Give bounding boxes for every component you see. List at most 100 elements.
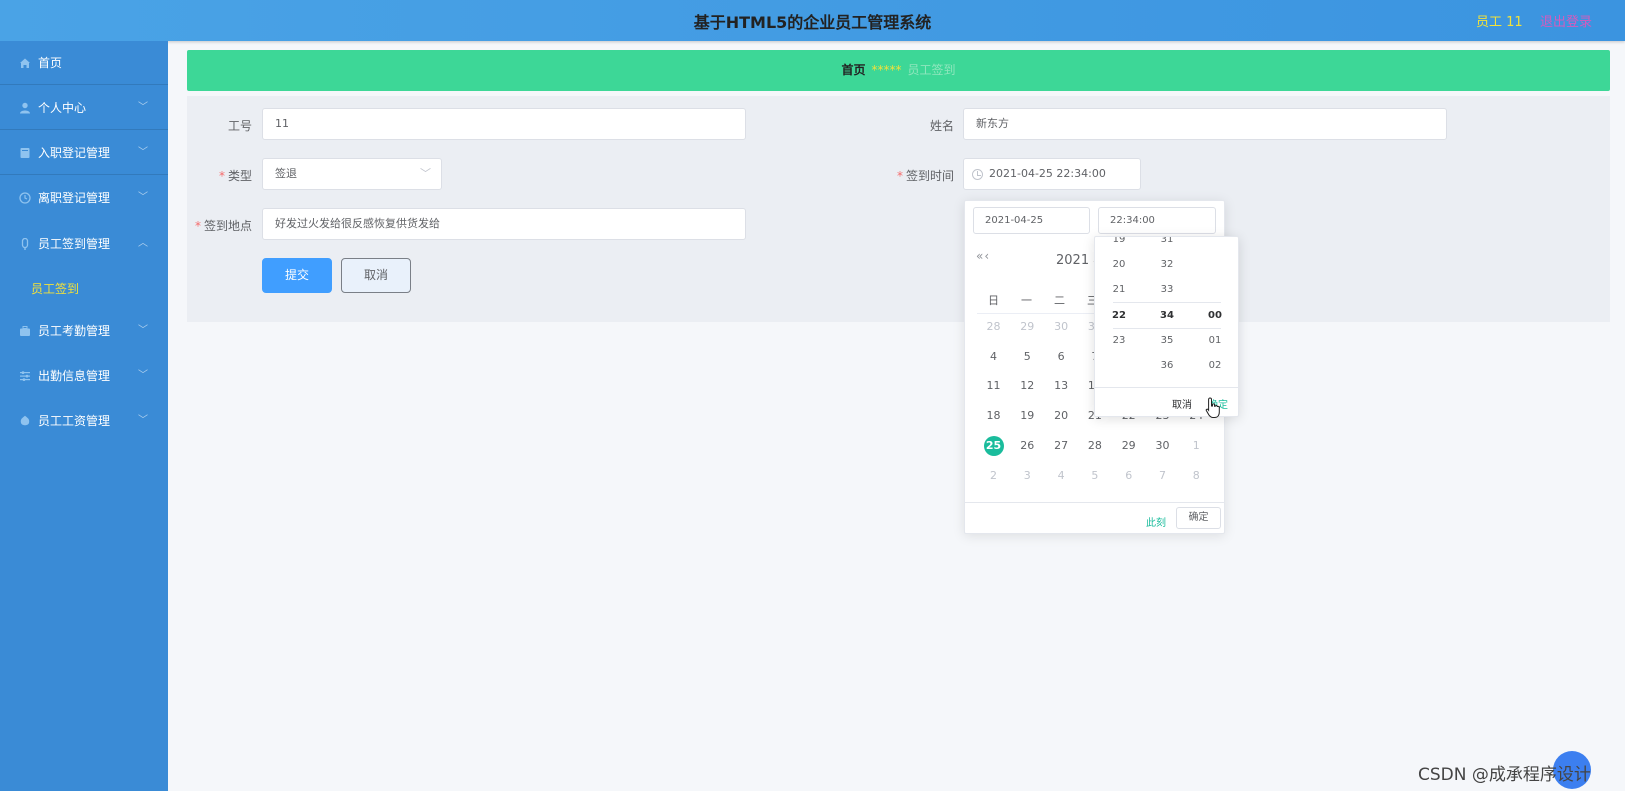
calendar-day[interactable]: 3 [1011,466,1044,486]
sidebar-item-resignation[interactable]: 离职登记管理 ﹀ [0,176,168,220]
calendar-day[interactable]: 4 [977,347,1010,367]
briefcase-icon [20,326,30,336]
checkin-time-input[interactable]: 2021-04-25 22:34:00 [963,158,1141,190]
checkin-time-label: * 签到时间 [896,169,954,183]
wallet-icon [20,415,30,426]
sidebar-item-label: 员工工资管理 [38,414,111,428]
breadcrumb: 首页 ***** 员工签到 [187,50,1610,91]
type-select-value: 签退 [275,167,297,180]
picker-ok-button[interactable]: 确定 [1176,507,1221,529]
app-title: 基于HTML5的企业员工管理系统 [693,13,932,32]
picker-date-input[interactable]: 2021-04-25 [973,207,1090,234]
calendar-day[interactable]: 30 [1146,436,1179,456]
submit-button[interactable]: 提交 [262,258,332,293]
sidebar-item-label: 离职登记管理 [38,191,111,205]
clock-icon [972,169,983,180]
calendar-day[interactable]: 8 [1180,466,1213,486]
checkin-time-value: 2021-04-25 22:34:00 [989,167,1106,180]
sidebar-item-label: 首页 [38,56,63,70]
sidebar-item-salary[interactable]: 员工工资管理 ﹀ [0,399,168,443]
calendar-day[interactable]: 12 [1011,376,1044,396]
calendar-day[interactable]: 6 [1045,347,1078,367]
hour-option[interactable]: 19 [1095,237,1143,252]
sidebar: 首页 个人中心 ﹀ 入职登记管理 ﹀ 离职登记管理 ﹀ 员工签到管理 ︿ 员工签… [0,41,168,791]
top-header: 基于HTML5的企业员工管理系统 员工 11 退出登录 [0,0,1625,41]
hour-option[interactable]: 23 [1095,328,1143,353]
picker-footer-divider [965,502,1224,503]
calendar-day[interactable]: 28 [1078,436,1111,456]
minute-column[interactable]: 31 32 33 34 35 36 [1143,237,1191,387]
chevron-down-icon: ﹀ [138,192,148,203]
calendar-day[interactable]: 6 [1112,466,1145,486]
calendar-day[interactable]: 29 [1011,317,1044,337]
picker-now-button[interactable]: 此刻 [1146,514,1166,529]
sidebar-item-home[interactable]: 首页 [0,41,168,85]
calendar-day[interactable]: 4 [1045,466,1078,486]
name-label: 姓名 [929,119,954,133]
prev-year-month-buttons[interactable]: «‹ [976,249,990,263]
minute-option-selected[interactable]: 34 [1143,303,1191,328]
job-no-input[interactable]: 11 [262,108,746,140]
clock-icon [19,192,31,204]
time-spinner-panel: 19 20 21 22 23 31 32 33 34 35 36 00 01 0… [1094,236,1239,417]
type-select[interactable]: 签退 ﹀ [262,158,442,190]
minute-option[interactable]: 36 [1143,353,1191,378]
cancel-button[interactable]: 取消 [341,258,411,293]
calendar-day[interactable]: 1 [1180,436,1213,456]
sidebar-subitem-checkin[interactable]: 员工签到 [0,267,168,311]
sidebar-item-label: 出勤信息管理 [38,369,111,383]
hour-option-selected[interactable]: 22 [1095,303,1143,328]
second-column[interactable]: 00 01 02 [1191,237,1238,387]
type-label: * 类型 [218,169,252,183]
hour-option[interactable]: 20 [1095,252,1143,277]
time-cancel-button[interactable]: 取消 [1172,396,1192,411]
calendar-day[interactable]: 29 [1112,436,1145,456]
minute-option[interactable]: 31 [1143,237,1191,252]
calendar-day[interactable]: 27 [1045,436,1078,456]
checkin-place-input[interactable]: 好发过火发给很反感恢复供货发给 [262,208,746,240]
name-input[interactable]: 新东方 [963,108,1447,140]
chevron-down-icon: ﹀ [138,102,148,113]
calendar-day[interactable]: 5 [1011,347,1044,367]
breadcrumb-home[interactable]: 首页 [841,63,865,77]
minute-option[interactable]: 32 [1143,252,1191,277]
sidebar-item-checkin[interactable]: 员工签到管理 ︿ [0,222,168,266]
time-footer-divider [1095,387,1238,388]
minute-option[interactable]: 35 [1143,328,1191,353]
picker-time-input[interactable]: 22:34:00 [1098,207,1216,234]
hour-option[interactable]: 21 [1095,277,1143,302]
calendar-day[interactable]: 19 [1011,406,1044,426]
breadcrumb-current: 员工签到 [907,63,956,77]
calendar-day[interactable]: 5 [1078,466,1111,486]
sliders-icon [20,371,30,381]
chevron-down-icon: ﹀ [420,167,431,180]
sidebar-item-attendance-info[interactable]: 出勤信息管理 ﹀ [0,354,168,398]
calendar-day[interactable]: 7 [1146,466,1179,486]
home-icon [20,58,30,68]
sidebar-item-label: 个人中心 [38,101,87,115]
calendar-day[interactable]: 26 [1011,436,1044,456]
sidebar-item-profile[interactable]: 个人中心 ﹀ [0,86,168,130]
calendar-day[interactable]: 2 [977,466,1010,486]
sidebar-item-label: 员工考勤管理 [38,324,111,338]
minute-option[interactable]: 33 [1143,277,1191,302]
chevron-up-icon: ︿ [138,238,148,249]
calendar-day[interactable]: 30 [1045,317,1078,337]
calendar-day[interactable]: 20 [1045,406,1078,426]
hour-column[interactable]: 19 20 21 22 23 [1095,237,1143,387]
second-option-selected[interactable]: 00 [1191,303,1238,328]
calendar-day[interactable]: 11 [977,376,1010,396]
sidebar-item-attendance[interactable]: 员工考勤管理 ﹀ [0,309,168,353]
calendar-day[interactable]: 18 [977,406,1010,426]
second-option[interactable]: 02 [1191,353,1238,378]
job-no-label: 工号 [227,119,252,133]
sidebar-item-label: 员工签到管理 [38,237,111,251]
calendar-day-today[interactable]: 25 [977,435,1010,456]
calendar-day[interactable]: 28 [977,317,1010,337]
calendar-day[interactable]: 13 [1045,376,1078,396]
logout-link[interactable]: 退出登录 [1540,11,1592,30]
time-selection-bottom-line [1113,328,1221,329]
sidebar-item-onboarding[interactable]: 入职登记管理 ﹀ [0,131,168,175]
chevron-down-icon: ﹀ [138,415,148,426]
second-option[interactable]: 01 [1191,328,1238,353]
